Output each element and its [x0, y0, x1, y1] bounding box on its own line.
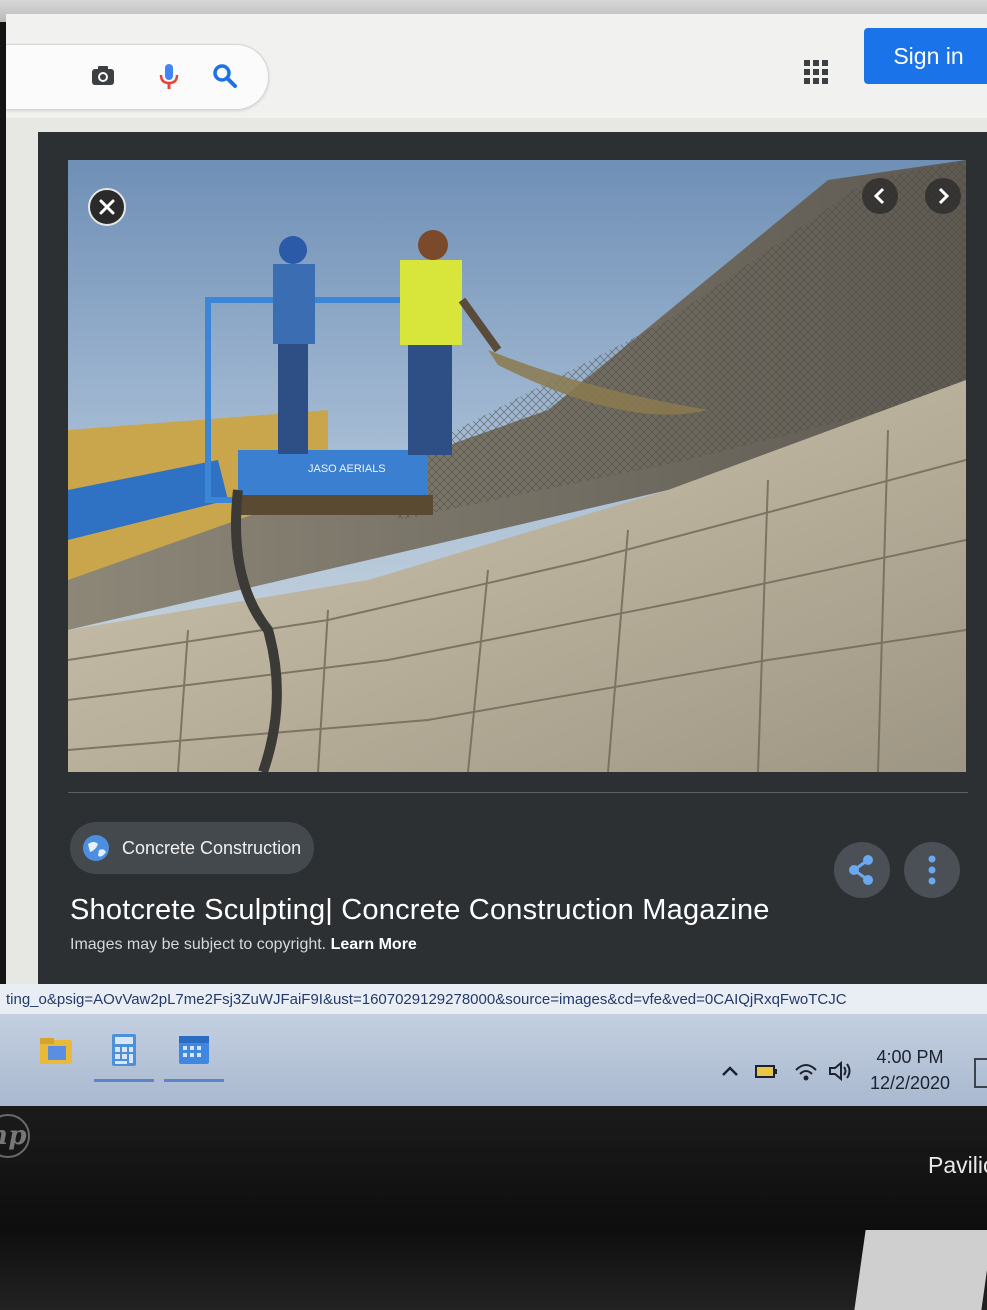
taskbar-clock[interactable]: 4:00 PM 12/2/2020: [860, 1044, 960, 1096]
previous-image-button[interactable]: [862, 178, 898, 214]
laptop-bezel: [0, 1106, 987, 1310]
clock-time: 4:00 PM: [876, 1047, 944, 1067]
image-viewer-panel: JASO AERIALS Concrete Construction Shotc…: [38, 132, 987, 1004]
laptop-brand-text: Pavilic: [928, 1152, 987, 1178]
keyboard-edge: [854, 1230, 987, 1310]
chevron-left-icon: [873, 187, 885, 205]
preview-image[interactable]: JASO AERIALS: [68, 160, 966, 772]
share-button[interactable]: [834, 842, 890, 898]
more-options-button[interactable]: [904, 842, 960, 898]
search-box[interactable]: [6, 44, 269, 110]
learn-more-link[interactable]: Learn More: [331, 936, 417, 953]
close-icon: [99, 199, 115, 215]
active-app-indicator: [94, 1079, 154, 1082]
close-viewer-button[interactable]: [88, 188, 126, 226]
taskbar-app-calendar[interactable]: [164, 1022, 224, 1082]
taskbar-app-calculator[interactable]: [94, 1022, 154, 1082]
search-icon[interactable]: [208, 59, 242, 93]
battery-icon[interactable]: [752, 1058, 780, 1084]
share-icon: [849, 855, 873, 885]
divider: [68, 792, 968, 793]
google-header: Sign in: [6, 14, 987, 118]
basket-label: JASO AERIALS: [308, 463, 386, 475]
chevron-right-icon: [938, 187, 950, 205]
wifi-icon[interactable]: [792, 1058, 820, 1084]
taskbar: 4:00 PM 12/2/2020: [0, 1014, 987, 1106]
clock-date: 12/2/2020: [869, 1073, 951, 1093]
calendar-icon: [179, 1036, 209, 1064]
sign-in-button[interactable]: Sign in: [864, 28, 987, 84]
copyright-text: Images may be subject to copyright.: [70, 936, 327, 953]
taskbar-app-file-explorer[interactable]: [26, 1022, 86, 1082]
status-bar-url: ting_o&psig=AOvVaw2pL7me2Fsj3ZuWJFaiF9I&…: [0, 984, 987, 1016]
image-title-link[interactable]: Shotcrete Sculpting| Concrete Constructi…: [70, 894, 770, 927]
camera-icon[interactable]: [86, 59, 120, 93]
microphone-icon[interactable]: [152, 59, 186, 93]
more-vert-icon: [928, 855, 936, 885]
active-app-indicator: [164, 1079, 224, 1082]
apps-grid-icon[interactable]: [796, 52, 836, 92]
volume-icon[interactable]: [826, 1058, 854, 1084]
source-link[interactable]: Concrete Construction: [70, 822, 314, 874]
copyright-notice: Images may be subject to copyright. Lear…: [70, 936, 417, 954]
next-image-button[interactable]: [925, 178, 961, 214]
folder-icon: [40, 1038, 72, 1064]
globe-icon: [83, 835, 109, 861]
chevron-up-icon[interactable]: [716, 1058, 744, 1084]
calculator-icon: [112, 1034, 136, 1066]
notifications-button[interactable]: [974, 1058, 987, 1088]
source-name: Concrete Construction: [122, 838, 302, 858]
